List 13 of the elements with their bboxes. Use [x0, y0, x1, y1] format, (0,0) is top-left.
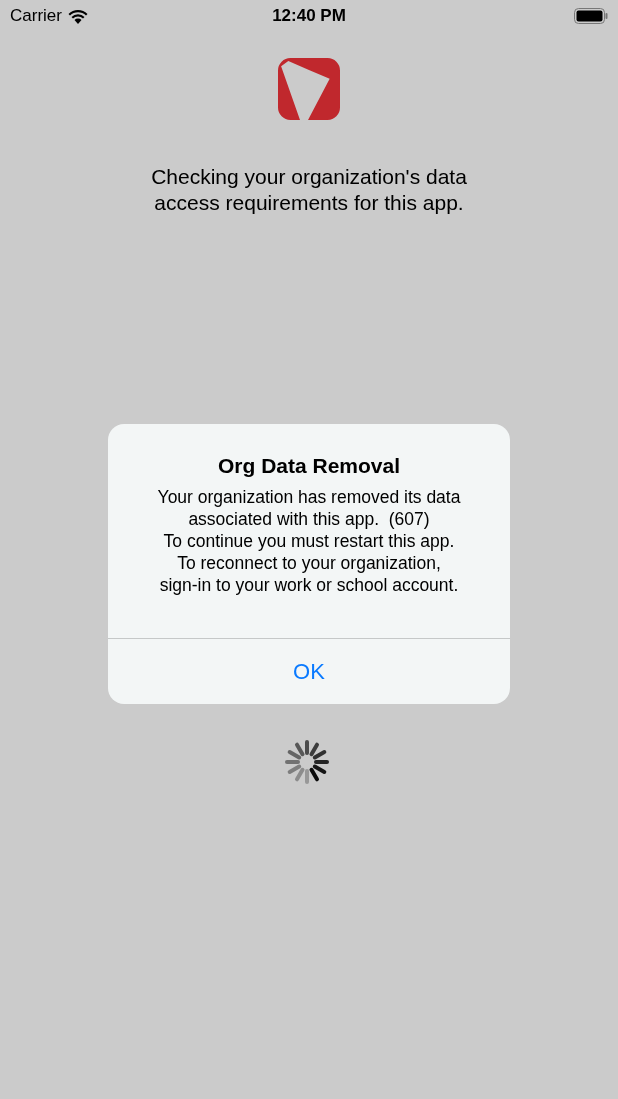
alert-message-line: To continue you must restart this app.	[162, 530, 456, 552]
clock-time: 12:40 PM	[272, 6, 346, 26]
alert-message-line: To reconnect to your organization,	[176, 552, 442, 574]
battery-icon	[574, 8, 608, 24]
ok-button[interactable]: OK	[108, 638, 510, 704]
status-message: Checking your organization's data access requirements for this app.	[150, 164, 468, 216]
carrier-label: Carrier	[10, 6, 62, 26]
app-logo-icon	[278, 58, 340, 120]
alert-message-line: sign-in to your work or school account.	[158, 574, 460, 596]
wifi-icon	[67, 8, 88, 24]
alert-title: Org Data Removal	[216, 454, 402, 478]
alert-message-line: Your organization has removed its data	[156, 486, 462, 508]
alert-message-line: associated with this app. (607)	[187, 508, 431, 530]
